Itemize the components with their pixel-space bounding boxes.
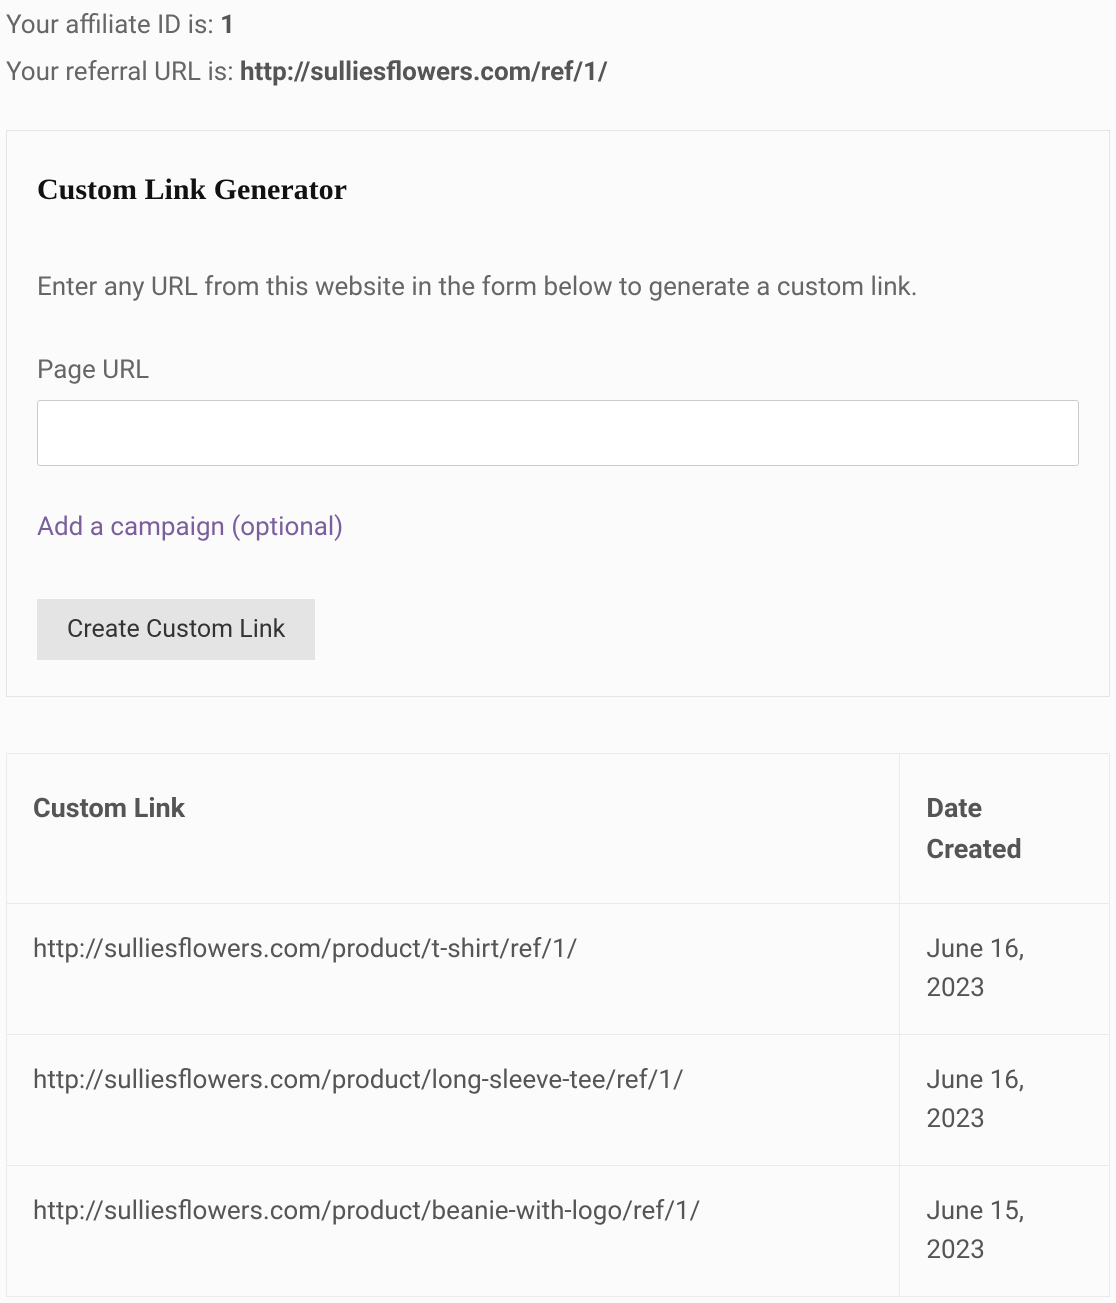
generator-title: Custom Link Generator — [37, 167, 1079, 212]
add-campaign-link[interactable]: Add a campaign (optional) — [37, 508, 343, 547]
custom-link-cell: http://sulliesflowers.com/product/t-shir… — [7, 904, 900, 1035]
page-url-label: Page URL — [37, 351, 1079, 390]
table-header-date: Date Created — [900, 754, 1110, 904]
custom-links-table: Custom Link Date Created http://sulliesf… — [6, 753, 1110, 1297]
custom-link-cell: http://sulliesflowers.com/product/beanie… — [7, 1166, 900, 1297]
affiliate-id-line: Your affiliate ID is: 1 — [6, 6, 1110, 45]
date-created-cell: June 16, 2023 — [900, 904, 1110, 1035]
referral-url-label: Your referral URL is: — [6, 57, 240, 87]
table-header-link: Custom Link — [7, 754, 900, 904]
date-created-cell: June 15, 2023 — [900, 1166, 1110, 1297]
custom-link-cell: http://sulliesflowers.com/product/long-s… — [7, 1035, 900, 1166]
custom-link-generator-box: Custom Link Generator Enter any URL from… — [6, 130, 1110, 697]
affiliate-id-value: 1 — [220, 10, 235, 40]
referral-url-value: http://sulliesflowers.com/ref/1/ — [240, 57, 608, 87]
page-url-input[interactable] — [37, 400, 1079, 466]
affiliate-id-label: Your affiliate ID is: — [6, 10, 220, 40]
table-row: http://sulliesflowers.com/product/long-s… — [7, 1035, 1110, 1166]
referral-url-line: Your referral URL is: http://sulliesflow… — [6, 53, 1110, 92]
date-created-cell: June 16, 2023 — [900, 1035, 1110, 1166]
table-row: http://sulliesflowers.com/product/beanie… — [7, 1166, 1110, 1297]
generator-description: Enter any URL from this website in the f… — [37, 268, 1079, 307]
create-custom-link-button[interactable]: Create Custom Link — [37, 599, 315, 660]
table-row: http://sulliesflowers.com/product/t-shir… — [7, 904, 1110, 1035]
